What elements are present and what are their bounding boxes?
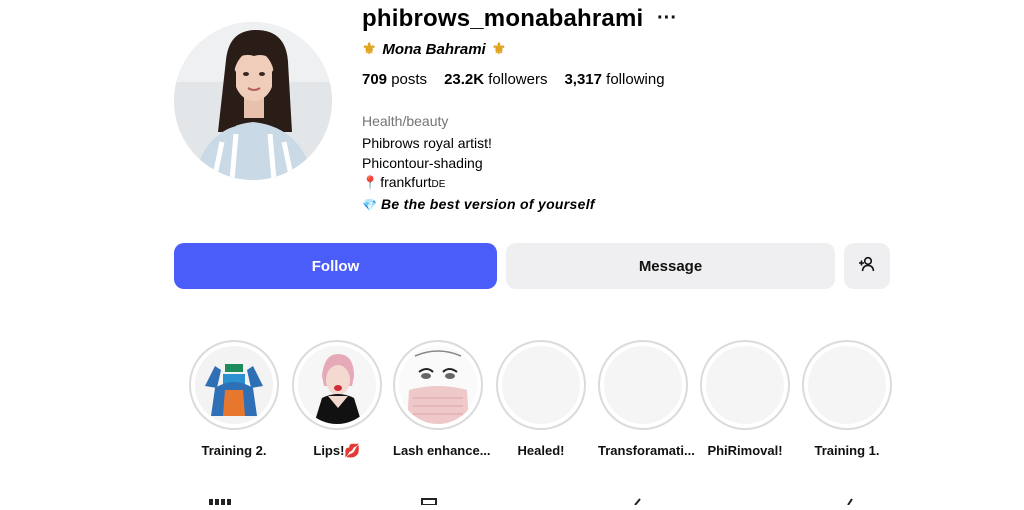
fleur-de-lis-icon: ⚜ [362,41,377,58]
profile-category: Health/beauty [362,113,449,129]
following-count: 3,317 [564,71,602,88]
followers-count: 23.2K [444,71,485,88]
message-button[interactable]: Message [506,243,835,289]
highlight-label: Lips!💋 [313,443,361,458]
following-label: following [606,71,665,88]
highlight-item[interactable]: Lips!💋 [292,340,382,459]
profile-fullname: ⚜ Mona Bahrami ⚜ [362,40,506,60]
profile-stats: 709 posts 23.2K followers 3,317 followin… [362,71,665,89]
highlight-label: Transforamati... [598,443,695,458]
bio-line: Phicontour-shading [362,154,483,171]
tagline-text: Be the best version of yourself [380,195,595,212]
suggested-users-button[interactable] [844,243,890,289]
fleur-de-lis-icon: ⚜ [491,41,507,58]
following-stat[interactable]: 3,317 following [564,71,664,89]
highlight-item[interactable]: Lash enhance... [393,340,491,458]
location-text: frankfurt [380,174,432,190]
posts-count: 709 [362,71,388,88]
highlight-thumbnail [706,346,784,424]
gem-icon: 💎 [362,197,377,212]
posts-stat: 709 posts [362,71,427,89]
location-suffix: DE [431,179,446,190]
bio-location: 📍 frankfurtDE [362,173,595,195]
highlight-label: Training 2. [201,443,267,458]
highlight-item[interactable]: Healed! [496,340,586,458]
posts-label: posts [391,71,428,88]
highlight-ring [292,340,382,430]
saved-icon [847,498,853,506]
followers-label: followers [488,71,548,88]
highlight-ring [496,340,586,430]
fullname-text: Mona Bahrami [382,41,486,58]
highlight-label: Training 1. [814,443,880,458]
tagged-icon [634,498,641,506]
bio-line: Phibrows royal artist! [362,135,492,151]
highlight-label: Lash enhance... [393,443,491,458]
follow-button[interactable]: Follow [174,243,497,289]
highlight-thumbnail [604,346,682,424]
profile-avatar[interactable] [174,22,332,180]
story-highlights: Training 2. Lips!💋 Lash enhance... Heale… [0,340,1024,470]
profile-tabs-strip [0,492,1024,506]
profile-username: phibrows_monabahrami [362,5,644,32]
add-user-icon [858,255,876,277]
highlight-ring [189,340,279,430]
grid-icon [209,499,231,505]
highlight-label: PhiRimoval! [707,443,783,458]
highlight-item[interactable]: Transforamati... [598,340,695,458]
highlight-thumbnail [399,346,477,424]
highlight-ring [598,340,688,430]
highlight-thumbnail [502,346,580,424]
reels-icon [421,498,437,506]
followers-stat[interactable]: 23.2K followers [444,71,547,89]
highlight-item[interactable]: PhiRimoval! [700,340,790,458]
highlight-label: Healed! [517,443,565,458]
profile-bio: Phibrows royal artist! Phicontour-shadin… [362,134,595,215]
highlight-ring [393,340,483,430]
highlight-ring [802,340,892,430]
bio-tagline: 💎 Be the best version of yourself [362,195,595,216]
highlight-ring [700,340,790,430]
highlight-item[interactable]: Training 2. [189,340,279,458]
highlight-item[interactable]: Training 1. [802,340,892,458]
more-options-icon[interactable]: ··· [657,6,677,30]
highlight-thumbnail [298,346,376,424]
location-pin-icon: 📍 [362,175,379,190]
highlight-thumbnail [808,346,886,424]
highlight-thumbnail [195,346,273,424]
